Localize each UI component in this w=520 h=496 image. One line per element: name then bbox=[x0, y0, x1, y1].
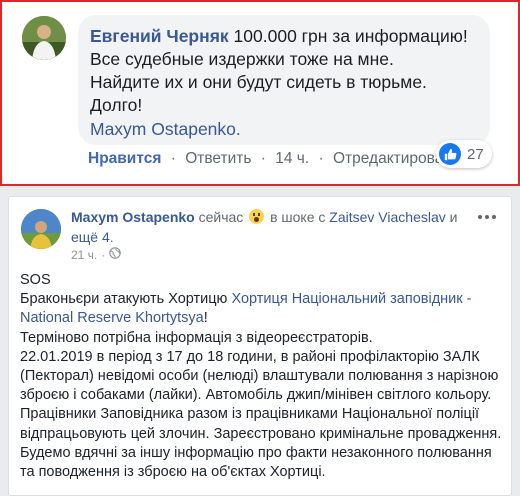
separator-dot: · bbox=[170, 150, 176, 167]
tagged-others-link[interactable]: ещё 4 bbox=[71, 229, 110, 245]
and-word: и bbox=[449, 209, 458, 225]
post-timestamp[interactable]: 21 ч. bbox=[71, 248, 97, 262]
post-author-avatar[interactable] bbox=[21, 209, 61, 249]
comment-text-line: Долго! bbox=[90, 95, 143, 115]
feeling-prefix: сейчас bbox=[198, 209, 244, 225]
shocked-emoji-icon bbox=[249, 209, 265, 224]
reply-button[interactable]: Ответить bbox=[185, 150, 251, 167]
post-author-name[interactable]: Maxym Ostapenko bbox=[71, 209, 195, 225]
post-text-continued: Терміново потрібна інформація з відеореє… bbox=[20, 329, 502, 481]
comment-actions: Нравится · Ответить · 14 ч. · Отредактир… bbox=[88, 150, 461, 168]
like-button[interactable]: Нравится bbox=[88, 150, 161, 167]
reactions-summary[interactable]: 27 bbox=[436, 140, 492, 168]
mention-link[interactable]: Maxym Ostapenko. bbox=[90, 118, 476, 141]
tagged-user-link[interactable]: Zaitsev Viacheslav bbox=[329, 209, 445, 225]
commenter-name-link[interactable]: Евгений Черняк bbox=[90, 26, 229, 46]
feeling-text: в шоке bbox=[270, 209, 315, 225]
post-body: SOS Браконьєри атакують Хортицю Хортиця … bbox=[20, 271, 506, 482]
comment-text-line: Найдите их и они будут сидеть в тюрьме. bbox=[90, 72, 427, 92]
post-options-icon[interactable] bbox=[475, 207, 499, 227]
post-header: Maxym Ostapenko сейчас в шоке с Zaitsev … bbox=[71, 209, 458, 245]
globe-icon[interactable] bbox=[109, 247, 122, 262]
thumbs-up-icon bbox=[439, 143, 461, 165]
comment-text-line: Все судебные издержки тоже на мне. bbox=[90, 49, 394, 69]
comment-text-line: 100.000 грн за информацию! bbox=[233, 26, 468, 46]
comment-bubble: Евгений Черняк 100.000 грн за информацию… bbox=[78, 15, 490, 145]
commenter-avatar[interactable] bbox=[22, 16, 66, 60]
post-text: SOS Браконьєри атакують Хортицю bbox=[20, 272, 228, 308]
separator-dot: · bbox=[260, 150, 266, 167]
post-card: Maxym Ostapenko сейчас в шоке с Zaitsev … bbox=[8, 196, 512, 496]
separator-dot: · bbox=[318, 150, 324, 167]
reactions-count: 27 bbox=[467, 145, 484, 163]
separator-dot: · bbox=[101, 247, 106, 262]
highlighted-comment: Евгений Черняк 100.000 грн за информацию… bbox=[0, 0, 520, 186]
comment-timestamp[interactable]: 14 ч. bbox=[275, 150, 309, 167]
post-meta: 21 ч. · bbox=[71, 247, 122, 262]
with-word: с bbox=[318, 209, 326, 225]
